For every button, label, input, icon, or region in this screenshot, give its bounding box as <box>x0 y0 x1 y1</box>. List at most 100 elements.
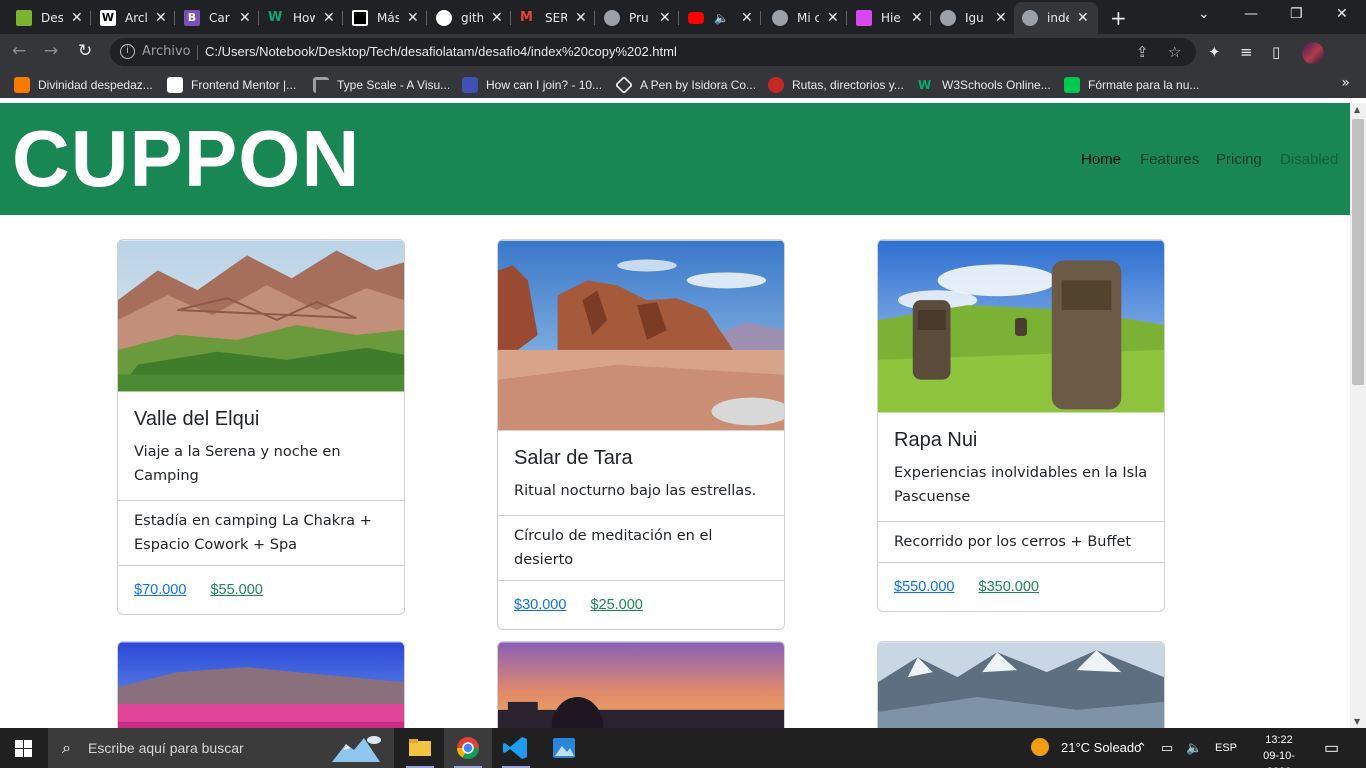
info-icon[interactable]: i <box>120 44 135 59</box>
address-bar[interactable]: i Archivo C:/Users/Notebook/Desktop/Tech… <box>110 38 1196 66</box>
close-icon[interactable]: ✕ <box>1077 10 1089 26</box>
close-icon[interactable]: ✕ <box>911 10 923 26</box>
avatar-icon <box>768 77 784 93</box>
battery-icon[interactable]: ▭ <box>1161 740 1173 756</box>
tab-5[interactable]: gith ✕ <box>428 2 511 34</box>
vscode-icon[interactable] <box>492 728 540 768</box>
windows-start-icon[interactable] <box>15 740 32 757</box>
tab-label: Car <box>209 11 230 25</box>
price-discount-link[interactable]: $55.000 <box>210 582 262 598</box>
weather-text[interactable]: 21°C Soleado <box>1061 740 1141 755</box>
tab-2[interactable]: B Car ✕ <box>176 2 259 34</box>
bookmark-label: How can I join? - 10... <box>486 78 603 92</box>
tab-9[interactable]: Mi c ✕ <box>764 2 847 34</box>
notifications-icon[interactable]: ▭ <box>1324 738 1339 758</box>
nav-features[interactable]: Features <box>1140 151 1199 168</box>
nav-home[interactable]: Home <box>1081 151 1121 168</box>
close-icon[interactable]: ✕ <box>995 10 1007 26</box>
tab-1[interactable]: W Arcl ✕ <box>92 2 175 34</box>
new-tab-button[interactable]: + <box>1110 6 1127 30</box>
tab-active[interactable]: inde ✕ <box>1014 2 1098 34</box>
close-icon[interactable]: ✕ <box>71 10 83 26</box>
close-icon[interactable]: ✕ <box>155 10 167 26</box>
bookmarks-overflow-icon[interactable]: » <box>1341 75 1350 91</box>
page-scrollbar[interactable]: ▲ ▼ <box>1350 103 1366 728</box>
close-icon[interactable]: ✕ <box>659 10 671 26</box>
globe-icon <box>772 10 788 26</box>
bookmark-label: Rutas, directorios y... <box>792 78 904 92</box>
tab-8[interactable]: 🔈 ✕ <box>680 2 761 34</box>
scrollbar-thumb[interactable] <box>1352 119 1364 385</box>
weather-sun-icon[interactable] <box>1031 738 1049 756</box>
bookmark-star-icon[interactable]: ☆ <box>1168 43 1181 61</box>
tray-chevron-icon[interactable]: ⌃ <box>1136 740 1147 756</box>
card-image <box>878 240 1164 413</box>
tab-11[interactable]: Igu ✕ <box>932 2 1015 34</box>
site-navbar: CUPPON Home Features Pricing Disabled <box>0 103 1350 215</box>
bookmark-2[interactable]: Type Scale - A Visu... <box>313 77 450 93</box>
bookmark-3[interactable]: How can I join? - 10... <box>462 77 602 93</box>
speaker-icon[interactable]: 🔈 <box>714 11 729 25</box>
close-icon[interactable]: ✕ <box>323 10 335 26</box>
profile-avatar[interactable] <box>1302 42 1324 64</box>
reload-icon[interactable]: ↻ <box>78 41 92 61</box>
extensions-icon[interactable]: ✦ <box>1208 43 1221 61</box>
price-original-link[interactable]: $30.000 <box>514 597 566 613</box>
file-explorer-icon[interactable] <box>396 728 444 768</box>
scroll-up-icon[interactable]: ▲ <box>1354 105 1360 114</box>
volume-icon[interactable]: 🔈 <box>1186 740 1202 756</box>
language-indicator[interactable]: ESP <box>1215 742 1237 754</box>
tab-3[interactable]: W How ✕ <box>260 2 343 34</box>
card-mountains <box>877 641 1165 741</box>
bookmark-0[interactable]: Divinidad despedaz... <box>14 77 153 93</box>
page-icon <box>856 10 872 26</box>
back-icon[interactable]: ← <box>12 41 26 61</box>
chrome-icon[interactable] <box>444 728 492 768</box>
minimize-icon[interactable]: — <box>1244 6 1258 22</box>
nav-pricing[interactable]: Pricing <box>1216 151 1262 168</box>
bookmarks-bar: Divinidad despedaz... Frontend Mentor |.… <box>0 70 1366 98</box>
tab-4[interactable]: Más ✕ <box>344 2 427 34</box>
close-icon[interactable]: ✕ <box>575 10 587 26</box>
photos-icon[interactable] <box>540 728 588 768</box>
media-control-icon[interactable]: ≡ <box>1240 43 1253 61</box>
card-footer: $550.000 $350.000 <box>878 562 1164 611</box>
price-original-link[interactable]: $70.000 <box>134 582 186 598</box>
taskbar-search[interactable]: ⌕ Escribe aquí para buscar <box>48 728 394 768</box>
taskbar-clock[interactable]: 13:22 09-10-2022 <box>1252 732 1306 768</box>
close-icon[interactable]: ✕ <box>741 10 753 26</box>
maximize-icon[interactable]: ❐ <box>1290 6 1303 22</box>
tab-6[interactable]: M SER ✕ <box>512 2 595 34</box>
close-icon[interactable]: ✕ <box>827 10 839 26</box>
scroll-down-icon[interactable]: ▼ <box>1354 717 1360 726</box>
share-icon[interactable]: ⇪ <box>1136 43 1149 61</box>
bookmark-5[interactable]: Rutas, directorios y... <box>768 77 904 93</box>
bookmark-page-icon <box>1064 77 1080 93</box>
forward-icon[interactable]: → <box>44 41 58 61</box>
blogger-icon <box>14 77 30 93</box>
bookmark-6[interactable]: W W3Schools Online... <box>918 77 1051 93</box>
side-panel-icon[interactable]: ▯ <box>1272 43 1280 61</box>
close-icon[interactable]: ✕ <box>239 10 251 26</box>
bookmark-7[interactable]: Fórmate para la nu... <box>1064 77 1199 93</box>
url-text[interactable]: C:/Users/Notebook/Desktop/Tech/desafiola… <box>205 44 677 59</box>
bookmark-4[interactable]: A Pen by Isidora Co... <box>614 75 756 95</box>
site-brand[interactable]: CUPPON <box>12 117 360 201</box>
close-icon[interactable]: ✕ <box>407 10 419 26</box>
clock-time: 13:22 <box>1265 734 1293 746</box>
price-discount-link[interactable]: $25.000 <box>590 597 642 613</box>
bookmark-1[interactable]: Frontend Mentor |... <box>167 77 296 93</box>
tab-label: SER <box>545 11 567 25</box>
tab-0[interactable]: Des ✕ <box>8 2 91 34</box>
window-close-icon[interactable]: ✕ <box>1336 6 1348 22</box>
card-list-item: Círculo de meditación en el desierto <box>498 515 784 580</box>
card-footer: $70.000 $55.000 <box>118 565 404 614</box>
browser-toolbar: ← → ↻ i Archivo C:/Users/Notebook/Deskto… <box>0 34 1366 70</box>
tab-search-icon[interactable]: ⌄ <box>1198 6 1210 22</box>
tab-10[interactable]: Hie ✕ <box>848 2 931 34</box>
close-icon[interactable]: ✕ <box>491 10 503 26</box>
price-original-link[interactable]: $550.000 <box>894 579 954 595</box>
tab-7[interactable]: Pru ✕ <box>596 2 679 34</box>
card-valle-del-elqui: Valle del Elqui Viaje a la Serena y noch… <box>117 239 405 615</box>
price-discount-link[interactable]: $350.000 <box>979 579 1039 595</box>
